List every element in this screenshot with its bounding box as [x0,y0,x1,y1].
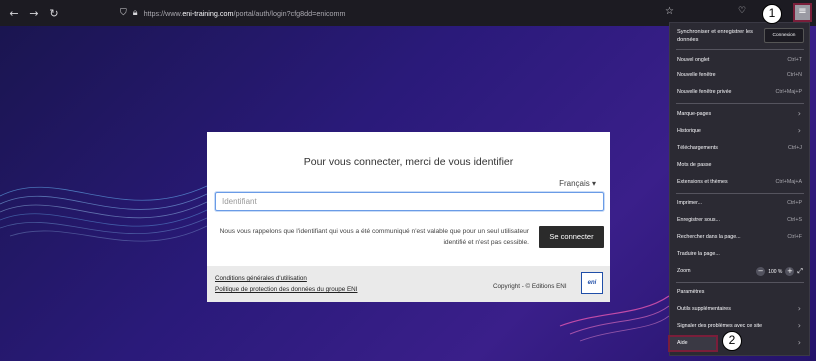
identifier-input[interactable]: Identifiant [215,192,604,211]
card-footer: Conditions générales d'utilisation Polit… [207,266,610,302]
login-note: Nous vous rappelons que l'identifiant qu… [219,228,529,246]
menu-divider [676,193,804,194]
url-text[interactable]: https://www.eni-training.com/portal/auth… [144,9,346,18]
menu-item-find[interactable]: Rechercher dans la page... Ctrl+F [670,231,809,244]
zoom-out-button[interactable]: − [756,267,766,276]
menu-divider [676,103,804,104]
menu-item-translate[interactable]: Traduire la page... [670,248,809,261]
reload-icon[interactable]: ↻ [44,7,64,20]
chevron-right-icon: › [797,126,801,135]
eni-logo: eni [581,272,603,294]
menu-item-new-window[interactable]: Nouvelle fenêtre Ctrl+N [670,69,809,82]
menu-divider [676,282,804,283]
shield-icon[interactable]: ⛉ [120,8,127,18]
menu-item-bookmarks[interactable]: Marque-pages › [670,108,809,121]
chevron-right-icon: › [797,321,801,330]
menu-divider [676,49,804,50]
forward-arrow-icon[interactable]: → [24,7,44,20]
menu-item-print[interactable]: Imprimer... Ctrl+P [670,197,809,210]
fullscreen-icon[interactable]: ⤢ [797,267,803,276]
menu-hamburger-button[interactable]: ≡ [793,3,812,22]
menu-item-history[interactable]: Historique › [670,125,809,138]
chevron-right-icon: › [797,109,801,118]
terms-link[interactable]: Conditions générales d'utilisation [215,275,307,282]
menu-item-new-tab[interactable]: Nouvel onglet Ctrl+T [670,54,809,67]
connect-button[interactable]: Connexion [764,28,804,43]
menu-item-settings[interactable]: Paramètres [670,286,809,299]
app-menu: Synchroniser et enregistrer les données … [668,22,810,356]
menu-item-more-tools[interactable]: Outils supplémentaires › [670,303,809,316]
back-arrow-icon[interactable]: ← [4,7,24,20]
menu-item-save-as[interactable]: Enregistrer sous... Ctrl+S [670,214,809,227]
sync-label[interactable]: Synchroniser et enregistrer les données [677,28,765,44]
zoom-in-button[interactable]: + [785,267,795,276]
menu-item-extensions[interactable]: Extensions et thèmes Ctrl+Maj+A [670,176,809,189]
menu-item-passwords[interactable]: Mots de passe [670,159,809,172]
callout-1: 1 [762,4,782,24]
url-bar[interactable]: ⛉ 🔒︎ https://www.eni-training.com/portal… [120,4,678,22]
login-button[interactable]: Se connecter [539,226,604,248]
menu-item-downloads[interactable]: Téléchargements Ctrl+J [670,142,809,155]
menu-item-zoom: Zoom − 100 % + ⤢ [677,267,803,276]
menu-item-help[interactable]: Aide [668,335,718,352]
chevron-right-icon: › [797,304,801,313]
callout-2: 2 [722,331,742,351]
login-card: Pour vous connecter, merci de vous ident… [207,132,610,302]
lock-icon[interactable]: 🔒︎ [133,8,138,18]
pocket-icon[interactable]: ♡ [738,6,746,16]
copyright-text: Copyright - © Editions ENI [493,283,567,290]
privacy-link[interactable]: Politique de protection des données du g… [215,286,357,293]
zoom-value[interactable]: 100 % [768,269,782,275]
bookmark-star-icon[interactable]: ☆ [665,6,674,17]
language-selector[interactable]: Français ▾ [559,179,596,188]
chevron-right-icon: › [797,338,801,347]
login-title: Pour vous connecter, merci de vous ident… [303,156,514,168]
caret-down-icon: ▾ [591,179,596,188]
menu-item-report-site[interactable]: Signaler des problèmes avec ce site › [670,320,809,333]
menu-item-private-window[interactable]: Nouvelle fenêtre privée Ctrl+Maj+P [670,86,809,99]
zoom-controls: − 100 % + ⤢ [756,267,803,276]
